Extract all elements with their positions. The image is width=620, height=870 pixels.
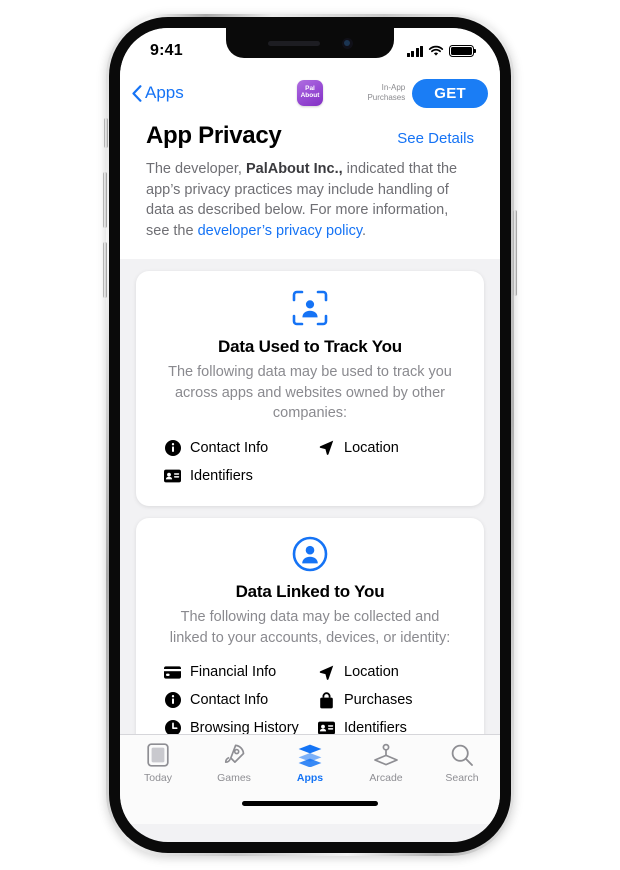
get-app-button[interactable]: GET — [412, 78, 488, 108]
card-2-icon-wrap — [154, 536, 466, 572]
silence-switch-button[interactable] — [104, 118, 108, 148]
iap-line2: Purchases — [367, 93, 406, 102]
privacy-header-row: App Privacy See Details — [146, 122, 474, 150]
card-1-category-grid: Contact Info Location Identifiers — [154, 439, 466, 484]
see-details-link[interactable]: See Details — [397, 130, 474, 147]
card-2-title: Data Linked to You — [235, 582, 385, 602]
back-to-apps-button[interactable]: Apps — [128, 83, 184, 103]
front-camera-icon — [341, 37, 353, 49]
credit-card-icon — [164, 664, 181, 681]
category-contact-info: Contact Info — [164, 692, 312, 709]
info-circle-icon — [164, 439, 181, 456]
category-label: Identifiers — [344, 720, 407, 734]
category-label: Location — [344, 439, 399, 456]
status-bar-time: 9:41 — [150, 42, 183, 59]
tab-label: Search — [445, 772, 479, 784]
tab-today[interactable]: Today — [120, 742, 196, 784]
home-indicator[interactable] — [242, 801, 378, 806]
card-data-linked-to-you: Data Linked to You The following data ma… — [136, 518, 484, 734]
category-location: Location — [318, 439, 466, 456]
tab-label: Games — [217, 772, 251, 784]
side-power-button[interactable] — [513, 210, 517, 296]
volume-up-button[interactable] — [103, 172, 107, 228]
wifi-icon — [428, 45, 444, 56]
navigation-bar: Apps Pal About In-App Purchases GET — [120, 72, 500, 114]
person-in-viewfinder-icon — [292, 291, 328, 326]
app-icon-palabout[interactable]: Pal About — [297, 80, 323, 106]
developer-privacy-policy-link[interactable]: developer’s privacy policy — [198, 223, 362, 239]
rocket-icon — [222, 742, 246, 768]
category-browsing-history: Browsing History — [164, 720, 312, 734]
chevron-left-icon — [132, 84, 142, 102]
nav-bar-actions: In-App Purchases GET — [367, 78, 488, 108]
in-app-purchases-label: In-App Purchases — [367, 83, 405, 103]
iphone-device-frame: 9:41 Apps Pal About In-App Purchases GET… — [103, 14, 517, 856]
display-notch — [226, 28, 394, 58]
category-financial-info: Financial Info — [164, 664, 312, 681]
magnifier-icon — [450, 742, 474, 768]
developer-name: PalAbout Inc., — [245, 161, 343, 177]
card-1-icon-wrap — [154, 289, 466, 327]
joystick-icon — [373, 742, 399, 768]
privacy-content-scroll[interactable]: App Privacy See Details The developer, P… — [120, 114, 500, 734]
intro-prefix: The developer, — [146, 161, 246, 177]
tab-games[interactable]: Games — [196, 742, 272, 784]
category-identifiers: Identifiers — [164, 467, 312, 484]
cellular-bars-icon — [406, 45, 423, 57]
today-card-icon — [147, 742, 169, 768]
id-card-icon — [164, 467, 181, 484]
category-label: Browsing History — [190, 720, 299, 734]
battery-full-icon — [449, 45, 477, 57]
card-2-category-grid: Financial Info Location Contact Info Pur… — [154, 664, 466, 734]
person-circle-icon — [292, 536, 328, 572]
privacy-intro-text: The developer, PalAbout Inc., indicated … — [146, 159, 474, 241]
app-icon-line2: About — [300, 92, 320, 99]
location-arrow-icon — [318, 439, 335, 456]
card-1-description: The following data may be used to track … — [168, 364, 452, 421]
status-bar-indicators — [406, 45, 477, 57]
category-label: Purchases — [344, 692, 413, 709]
category-location: Location — [318, 664, 466, 681]
tab-label: Arcade — [369, 772, 403, 784]
id-card-icon — [318, 720, 335, 734]
category-label: Location — [344, 664, 399, 681]
info-circle-icon — [164, 692, 181, 709]
category-identifiers: Identifiers — [318, 720, 466, 734]
shopping-bag-icon — [318, 692, 335, 709]
card-1-title: Data Used to Track You — [218, 337, 402, 357]
tab-label: Today — [143, 772, 173, 784]
category-contact-info: Contact Info — [164, 439, 312, 456]
card-2-description: The following data may be collected and … — [169, 609, 451, 646]
home-indicator-area — [120, 798, 500, 824]
category-label: Contact Info — [190, 439, 269, 456]
bottom-tab-bar: Today Games Apps Arcade Search — [120, 734, 500, 798]
clock-icon — [164, 720, 181, 734]
category-purchases: Purchases — [318, 692, 466, 709]
tab-apps[interactable]: Apps — [272, 742, 348, 784]
earpiece-speaker-icon — [267, 40, 320, 46]
volume-down-button[interactable] — [103, 242, 107, 298]
tab-arcade[interactable]: Arcade — [348, 742, 424, 784]
category-label: Contact Info — [190, 692, 269, 709]
category-label: Identifiers — [190, 467, 253, 484]
category-label: Financial Info — [190, 664, 277, 681]
iap-line1: In-App — [381, 83, 406, 92]
device-screen: 9:41 Apps Pal About In-App Purchases GET… — [120, 28, 500, 842]
layers-icon — [297, 742, 323, 768]
tab-label: Apps — [296, 772, 324, 784]
page-title: App Privacy — [146, 122, 282, 149]
back-label: Apps — [145, 83, 184, 102]
location-arrow-icon — [318, 664, 335, 681]
tab-search[interactable]: Search — [424, 742, 500, 784]
privacy-header-block: App Privacy See Details The developer, P… — [120, 114, 500, 260]
intro-suffix: . — [362, 222, 367, 239]
card-data-used-to-track-you: Data Used to Track You The following dat… — [136, 271, 484, 507]
